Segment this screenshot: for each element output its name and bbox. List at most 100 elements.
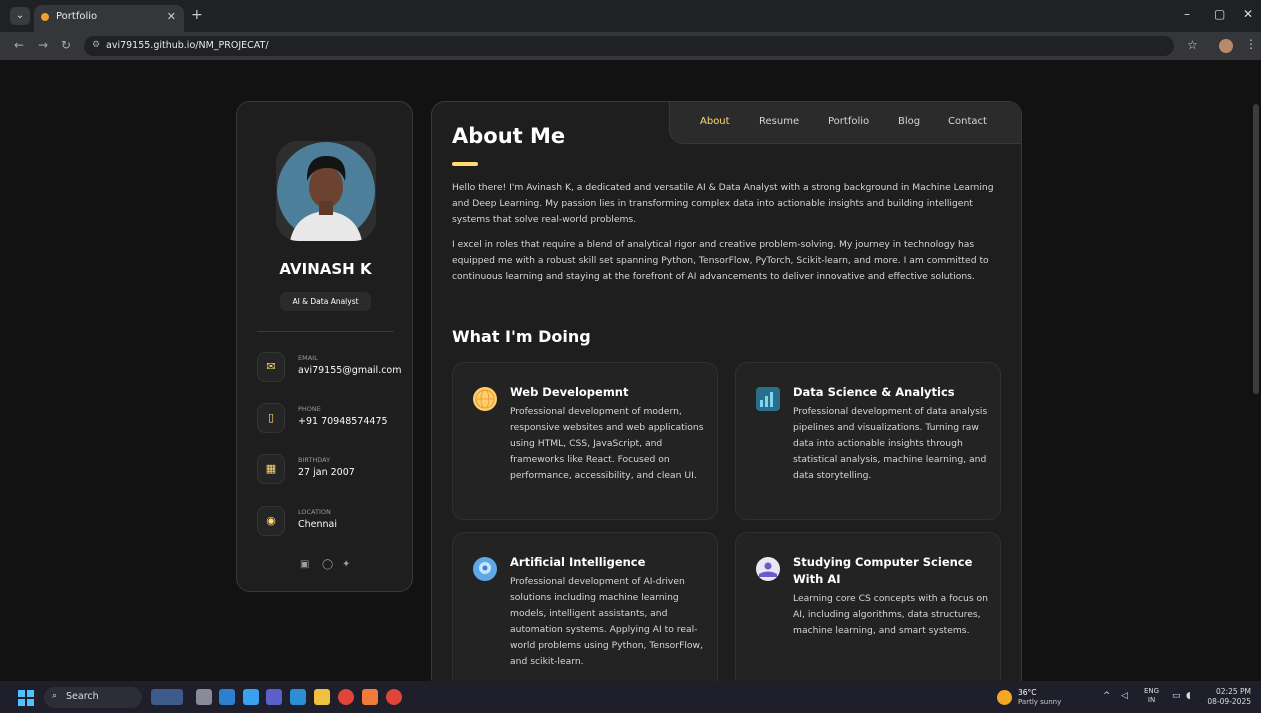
email-link[interactable]: avi79155@gmail.com	[298, 365, 402, 376]
chrome-active-icon[interactable]	[386, 689, 402, 705]
page-title: About Me	[452, 124, 566, 148]
nav-resume[interactable]: Resume	[759, 116, 799, 127]
region-code: IN	[1147, 696, 1156, 704]
study-icon	[756, 557, 780, 581]
address-bar: ← → ↻ ⚙ avi79155.github.io/NM_PROJECAT/ …	[0, 32, 1261, 60]
title-underline	[452, 162, 478, 166]
main-content-card: About Resume Portfolio Blog Contact Abou…	[431, 101, 1022, 681]
nav-blog[interactable]: Blog	[898, 116, 920, 127]
profile-name: AVINASH K	[279, 260, 372, 278]
new-tab-button[interactable]: +	[191, 7, 203, 23]
service-text: Learning core CS concepts with a focus o…	[793, 593, 988, 636]
weather-icon	[997, 690, 1012, 705]
contact-label: EMAIL	[298, 354, 318, 362]
top-navbar: About Resume Portfolio Blog Contact	[669, 102, 1021, 144]
start-button[interactable]	[18, 690, 34, 706]
service-text: Professional development of modern, resp…	[510, 406, 704, 481]
minimize-button[interactable]: –	[1184, 7, 1190, 21]
system-clock[interactable]: 02:25 PM 08-09-2025	[1205, 687, 1251, 707]
contact-location: ◉ LOCATION Chennai	[257, 506, 407, 542]
teams-icon[interactable]	[266, 689, 282, 705]
forward-icon[interactable]: →	[38, 38, 48, 52]
search-icon: ⌕	[52, 691, 58, 701]
weather-temp: 36°C	[1018, 688, 1037, 697]
favicon-icon	[41, 13, 49, 21]
contact-phone: ▯ PHONE +91 70948574475	[257, 403, 407, 439]
service-text: Professional development of AI-driven so…	[510, 576, 703, 667]
ai-brain-icon	[473, 557, 497, 581]
tab-title: Portfolio	[56, 11, 98, 22]
analytics-icon	[756, 387, 780, 411]
url-field[interactable]: ⚙ avi79155.github.io/NM_PROJECAT/	[84, 36, 1174, 56]
service-title: Artificial Intelligence	[510, 555, 646, 569]
services-heading: What I'm Doing	[452, 327, 591, 346]
twitter-icon[interactable]: ✦	[342, 559, 350, 570]
calendar-icon: ▦	[257, 454, 285, 484]
close-tab-icon[interactable]: ✕	[167, 10, 176, 23]
browser-tab[interactable]: Portfolio ✕	[34, 5, 184, 32]
network-icon[interactable]: ▭	[1172, 691, 1181, 701]
location-tray-icon[interactable]: ◁	[1121, 691, 1128, 701]
phone-icon: ▯	[257, 403, 285, 433]
site-info-icon[interactable]: ⚙	[92, 40, 100, 50]
volume-icon[interactable]: ◖	[1186, 691, 1191, 701]
phone-link[interactable]: +91 70948574475	[298, 416, 388, 427]
social-links: ▣ ◯ ✦	[300, 559, 360, 573]
chrome-icon[interactable]	[338, 689, 354, 705]
close-window-button[interactable]: ✕	[1243, 7, 1253, 21]
clock-time: 02:25 PM	[1216, 687, 1251, 696]
service-title: Studying Computer Science With AI	[793, 555, 973, 586]
birthday-value: 27 jan 2007	[298, 467, 355, 478]
location-pin-icon: ◉	[257, 506, 285, 536]
restore-button[interactable]: ▢	[1214, 7, 1225, 21]
contact-label: LOCATION	[298, 508, 331, 516]
service-title: Web Developemnt	[510, 385, 629, 399]
browser-tab-bar: ⌄ Portfolio ✕ + – ▢ ✕	[0, 0, 1261, 32]
copilot-icon[interactable]	[243, 689, 259, 705]
url-text: avi79155.github.io/NM_PROJECAT/	[106, 40, 269, 51]
profile-role-badge: AI & Data Analyst	[280, 292, 371, 311]
globe-icon	[473, 387, 497, 411]
language-indicator[interactable]: ENG IN	[1144, 687, 1159, 705]
about-paragraph-2: I excel in roles that require a blend of…	[452, 239, 989, 282]
reload-icon[interactable]: ↻	[61, 38, 71, 52]
service-card-ai: Artificial Intelligence Professional dev…	[452, 532, 718, 681]
taskbar-search[interactable]: ⌕ Search	[44, 687, 142, 708]
menu-icon[interactable]: ⋮	[1245, 37, 1257, 51]
avatar-photo	[276, 141, 376, 241]
scrollbar[interactable]	[1253, 104, 1259, 394]
back-icon[interactable]: ←	[14, 38, 24, 52]
about-paragraph-1: Hello there! I'm Avinash K, a dedicated …	[452, 182, 994, 225]
sidebar-divider	[257, 331, 394, 332]
language-code: ENG	[1144, 687, 1160, 695]
tab-search-button[interactable]: ⌄	[10, 7, 30, 25]
contact-email: ✉ EMAIL avi79155@gmail.com	[257, 352, 407, 388]
nav-portfolio[interactable]: Portfolio	[828, 116, 869, 127]
app-icon[interactable]	[362, 689, 378, 705]
service-card-web: Web Developemnt Professional development…	[452, 362, 718, 520]
service-card-data-science: Data Science & Analytics Professional de…	[735, 362, 1001, 520]
chevron-up-icon[interactable]: ^	[1103, 691, 1111, 701]
calendar-app-icon[interactable]	[290, 689, 306, 705]
avatar	[276, 141, 376, 241]
service-text: Professional development of data analysi…	[793, 406, 988, 481]
contact-label: PHONE	[298, 405, 321, 413]
mail-icon: ✉	[257, 352, 285, 382]
contact-label: BIRTHDAY	[298, 456, 331, 464]
nav-contact[interactable]: Contact	[948, 116, 987, 127]
file-explorer-icon[interactable]	[314, 689, 330, 705]
profile-sidebar: AVINASH K AI & Data Analyst ✉ EMAIL avi7…	[236, 101, 413, 592]
store-icon[interactable]	[219, 689, 235, 705]
profile-avatar-icon[interactable]	[1219, 39, 1233, 53]
nav-about[interactable]: About	[700, 116, 730, 127]
bookmark-star-icon[interactable]: ☆	[1187, 38, 1198, 52]
os-taskbar: ⌕ Search 36°C Partly sunny ^ ◁ ENG IN ▭ …	[0, 681, 1261, 713]
linkedin-icon[interactable]: ▣	[300, 559, 309, 570]
github-icon[interactable]: ◯	[322, 559, 333, 570]
page-viewport: AVINASH K AI & Data Analyst ✉ EMAIL avi7…	[5, 60, 1261, 681]
service-title: Data Science & Analytics	[793, 385, 955, 399]
weather-condition: Partly sunny	[1018, 698, 1062, 706]
task-view-icon[interactable]	[196, 689, 212, 705]
contact-birthday: ▦ BIRTHDAY 27 jan 2007	[257, 454, 407, 490]
widgets-icon[interactable]	[151, 689, 183, 705]
